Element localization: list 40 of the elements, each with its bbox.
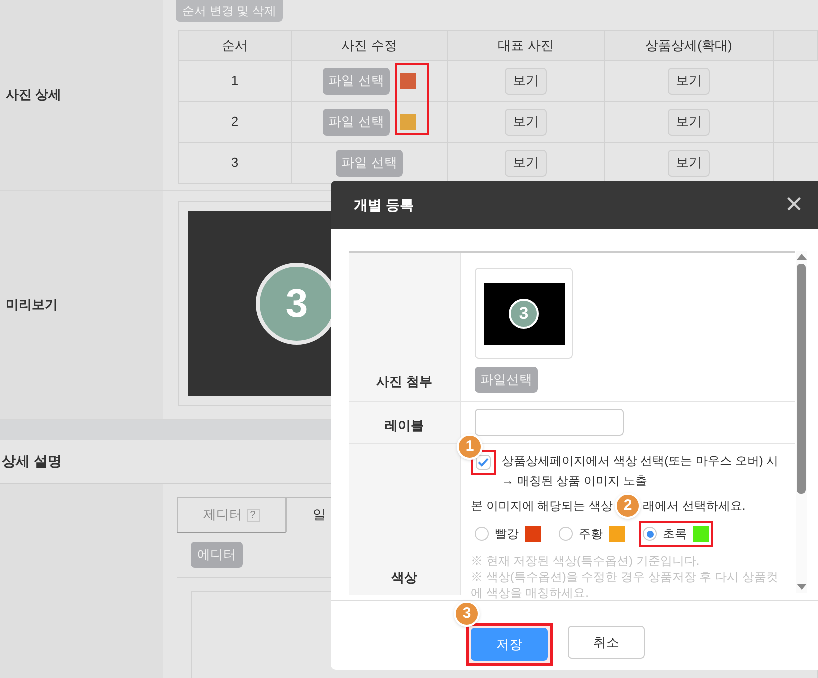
column-header: 순서: [179, 31, 292, 61]
note-text: ※ 색상(특수옵션)을 수정한 경우 상품저장 후 다시 상품컷에 색상을 매칭하세요.: [471, 569, 780, 601]
view-button[interactable]: 보기: [668, 108, 710, 136]
field-label: 색상: [392, 568, 418, 586]
column-header: 사진 수정: [292, 31, 448, 61]
note-text: ※ 현재 저장된 색상(특수옵션) 기준입니다.: [471, 553, 701, 569]
column-header: 상품상세(확대): [605, 31, 774, 61]
cancel-button[interactable]: 취소: [568, 626, 645, 659]
table-cell: 3: [179, 143, 292, 184]
step-badge: 2: [615, 493, 642, 519]
view-button[interactable]: 보기: [505, 108, 547, 136]
table-cell: 1: [179, 61, 292, 102]
check-icon: [478, 458, 489, 467]
close-button[interactable]: ×: [785, 190, 803, 220]
checkbox[interactable]: [476, 455, 491, 470]
field-label: 레이블: [385, 416, 424, 435]
radio-button[interactable]: [475, 527, 489, 541]
radio-button[interactable]: [559, 527, 573, 541]
section-label: 미리보기: [6, 296, 58, 314]
option-label: 초록: [663, 526, 687, 543]
radio-button[interactable]: [643, 527, 657, 541]
view-button[interactable]: 보기: [505, 150, 547, 176]
help-icon: ?: [246, 508, 260, 522]
view-button[interactable]: 보기: [505, 68, 547, 94]
column-header: 대표 사진: [448, 31, 605, 61]
step-badge: 3: [454, 601, 480, 627]
number-badge: 3: [509, 298, 539, 328]
color-prompt: 래에서 선택하세요.: [643, 498, 746, 515]
option-label: 주황: [579, 526, 603, 543]
table-cell: 2: [179, 102, 292, 143]
view-button[interactable]: 보기: [668, 68, 710, 94]
option-label: 빨강: [495, 526, 519, 543]
checkbox-label: 상품상세페이지에서 색상 선택(또는 마우스 오버) 시 → 매칭된 상품 이미지 노출: [502, 453, 779, 490]
view-button[interactable]: 보기: [668, 150, 710, 176]
label-input[interactable]: [475, 409, 624, 436]
field-label: 사진 첨부: [376, 372, 432, 390]
section-heading: 상세 설명: [2, 452, 62, 471]
dialog-title: 개별 등록: [354, 196, 414, 214]
section-label: 사진 상세: [6, 86, 62, 104]
color-prompt: 본 이미지에 해당되는 색상: [471, 498, 614, 515]
